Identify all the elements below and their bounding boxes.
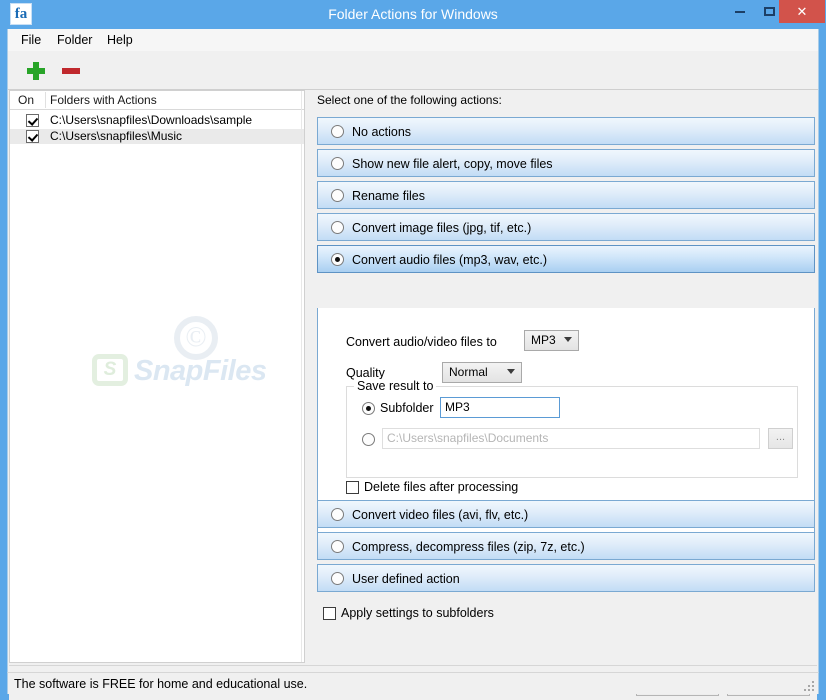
action-option-file-alert[interactable]: Show new file alert, copy, move files	[317, 149, 815, 177]
format-value: MP3	[531, 333, 556, 347]
action-option-user-defined[interactable]: User defined action	[317, 564, 815, 592]
radio-icon[interactable]	[331, 189, 344, 202]
radio-icon[interactable]	[331, 125, 344, 138]
apply-subfolders-label: Apply settings to subfolders	[341, 606, 494, 620]
table-row[interactable]: C:\Users\snapfiles\Downloads\sample	[10, 113, 304, 128]
snapfiles-watermark: © S SnapFiles	[92, 316, 302, 396]
actions-heading: Select one of the following actions:	[317, 93, 502, 107]
action-label: Convert audio files (mp3, wav, etc.)	[352, 253, 547, 267]
folder-list-header: On Folders with Actions	[10, 91, 304, 110]
folder-path: C:\Users\snapfiles\Music	[50, 129, 183, 143]
radio-icon[interactable]	[331, 572, 344, 585]
row-checkbox[interactable]	[26, 114, 39, 127]
subfolder-label: Subfolder	[380, 401, 434, 415]
copyright-icon: ©	[174, 316, 218, 360]
row-checkbox[interactable]	[26, 130, 39, 143]
action-option-convert-image[interactable]: Convert image files (jpg, tif, etc.)	[317, 213, 815, 241]
apply-subfolders-checkbox[interactable]	[323, 607, 336, 620]
browse-button[interactable]: ...	[768, 428, 793, 449]
close-icon: ✕	[796, 3, 808, 19]
action-option-compress[interactable]: Compress, decompress files (zip, 7z, etc…	[317, 532, 815, 560]
subfolder-input[interactable]: MP3	[440, 397, 560, 418]
action-label: Rename files	[352, 189, 425, 203]
custom-path-input[interactable]: C:\Users\snapfiles\Documents	[382, 428, 760, 449]
client-area: File Folder Help On Folders with Actions…	[7, 29, 819, 700]
column-header-folders: Folders with Actions	[50, 93, 157, 107]
chevron-down-icon	[507, 369, 515, 374]
action-label: User defined action	[352, 572, 460, 586]
radio-icon[interactable]	[331, 253, 344, 266]
resize-grip-icon[interactable]	[804, 681, 814, 691]
convert-to-label: Convert audio/video files to	[346, 335, 497, 349]
format-dropdown[interactable]: MP3	[524, 330, 579, 351]
save-result-group-title: Save result to	[354, 379, 437, 393]
table-row[interactable]: C:\Users\snapfiles\Music	[10, 129, 304, 144]
folder-path: C:\Users\snapfiles\Downloads\sample	[50, 113, 253, 127]
title-bar: fa Folder Actions for Windows ✕	[0, 0, 826, 29]
list-divider	[301, 91, 302, 662]
radio-icon[interactable]	[331, 508, 344, 521]
status-bar: The software is FREE for home and educat…	[7, 672, 819, 694]
action-option-convert-video[interactable]: Convert video files (avi, flv, etc.)	[317, 500, 815, 528]
action-label: Show new file alert, copy, move files	[352, 157, 553, 171]
minimize-icon	[725, 0, 755, 23]
chevron-down-icon	[564, 337, 572, 342]
folder-list[interactable]: On Folders with Actions C:\Users\snapfil…	[9, 90, 305, 663]
radio-icon[interactable]	[331, 221, 344, 234]
action-option-convert-audio[interactable]: Convert audio files (mp3, wav, etc.)	[317, 245, 815, 273]
column-divider	[45, 92, 46, 108]
menu-item-help[interactable]: Help	[100, 29, 140, 51]
column-header-on: On	[18, 93, 35, 107]
radio-icon[interactable]	[331, 540, 344, 553]
status-text: The software is FREE for home and educat…	[14, 677, 308, 691]
action-label: Convert video files (avi, flv, etc.)	[352, 508, 529, 522]
quality-label: Quality	[346, 366, 385, 380]
action-label: No actions	[352, 125, 412, 139]
action-option-rename-files[interactable]: Rename files	[317, 181, 815, 209]
delete-after-label: Delete files after processing	[364, 480, 519, 494]
quality-dropdown[interactable]: Normal	[442, 362, 522, 383]
actions-panel: Select one of the following actions: No …	[311, 90, 817, 663]
action-label: Convert image files (jpg, tif, etc.)	[352, 221, 532, 235]
watermark-text: SnapFiles	[134, 355, 267, 387]
snapfiles-logo-icon: S	[92, 354, 128, 386]
close-button[interactable]: ✕	[779, 0, 825, 23]
menu-bar: File Folder Help	[8, 29, 818, 52]
window-title: Folder Actions for Windows	[328, 6, 498, 22]
menu-item-file[interactable]: File	[14, 29, 48, 51]
radio-icon[interactable]	[331, 157, 344, 170]
menu-item-folder[interactable]: Folder	[50, 29, 99, 51]
tool-bar	[8, 51, 818, 90]
quality-value: Normal	[449, 365, 488, 379]
action-option-no-actions[interactable]: No actions	[317, 117, 815, 145]
minus-icon[interactable]	[62, 68, 80, 74]
radio-icon-subfolder[interactable]	[362, 402, 375, 415]
plus-icon[interactable]	[27, 62, 45, 80]
minimize-button[interactable]	[725, 0, 755, 23]
application-window: fa Folder Actions for Windows ✕ File Fol…	[0, 0, 826, 700]
action-label: Compress, decompress files (zip, 7z, etc…	[352, 540, 585, 554]
radio-icon-custom-path[interactable]	[362, 433, 375, 446]
delete-after-checkbox[interactable]	[346, 481, 359, 494]
